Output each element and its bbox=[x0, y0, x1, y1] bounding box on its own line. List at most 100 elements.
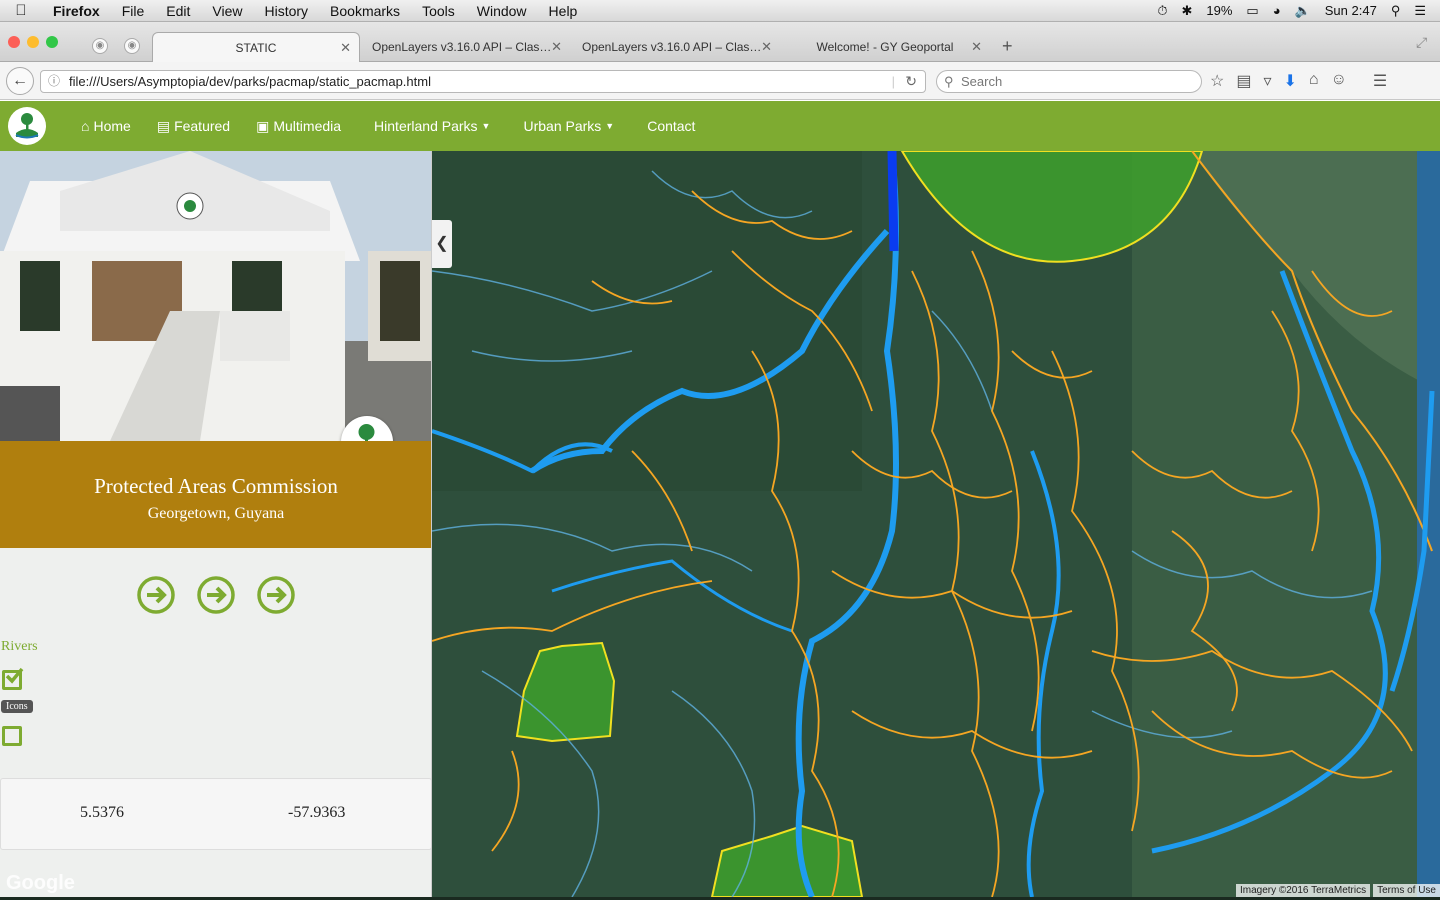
macos-menubar:  Firefox File Edit View History Bookmar… bbox=[0, 0, 1440, 22]
menu-view[interactable]: View bbox=[201, 3, 253, 19]
app-menu[interactable]: Firefox bbox=[42, 3, 111, 19]
menu-history[interactable]: History bbox=[253, 3, 319, 19]
close-window-button[interactable] bbox=[8, 36, 20, 48]
organization-header: Protected Areas Commission Georgetown, G… bbox=[0, 441, 431, 548]
close-tab-icon[interactable]: ✕ bbox=[971, 39, 982, 55]
tab-gy-geoportal[interactable]: Welcome! - GY Geoportal ✕ bbox=[780, 32, 990, 62]
zoom-window-button[interactable] bbox=[46, 36, 58, 48]
arrow-right-button-3[interactable] bbox=[256, 575, 296, 615]
tab-label: Welcome! - GY Geoportal bbox=[816, 40, 954, 54]
spotlight-icon[interactable]: ⚲ bbox=[1391, 3, 1401, 19]
rivers-checkbox[interactable] bbox=[2, 667, 24, 690]
navigation-toolbar: ← ⓘ file:///Users/Asymptopia/dev/parks/p… bbox=[0, 62, 1440, 100]
battery-percent[interactable]: 19% bbox=[1206, 3, 1232, 18]
nav-home-label: Home bbox=[93, 118, 131, 134]
close-tab-icon[interactable]: ✕ bbox=[761, 39, 772, 55]
map-canvas[interactable]: ❮ Imagery ©2016 TerraMetrics Terms of Us… bbox=[432, 151, 1440, 897]
arrow-circle-right-icon bbox=[137, 576, 175, 614]
minimize-window-button[interactable] bbox=[27, 36, 39, 48]
clock[interactable]: Sun 2:47 bbox=[1325, 3, 1377, 18]
longitude-value: -57.9363 bbox=[288, 804, 346, 821]
reload-icon[interactable]: ↻ bbox=[905, 71, 917, 92]
volume-icon[interactable]: 🔈 bbox=[1295, 3, 1311, 19]
rivers-layer-label: Rivers bbox=[1, 639, 38, 654]
nav-multimedia[interactable]: ▣ Multimedia bbox=[243, 118, 354, 135]
checkmark-icon bbox=[5, 667, 24, 684]
tab-openlayers-2[interactable]: OpenLayers v3.16.0 API – Clas… ✕ bbox=[570, 32, 780, 62]
tab-label: OpenLayers v3.16.0 API – Clas… bbox=[582, 40, 762, 54]
nav-featured-label: Featured bbox=[174, 118, 231, 134]
back-icon[interactable]: ← bbox=[6, 67, 34, 95]
arrow-right-button-2[interactable] bbox=[196, 575, 236, 615]
info-sidebar: Protected Areas Commission Georgetown, G… bbox=[0, 151, 432, 900]
fullscreen-icon[interactable]: ⤢ bbox=[1416, 34, 1427, 51]
wifi-icon[interactable]: ◕ bbox=[1273, 3, 1281, 18]
notification-center-icon[interactable]: ☰ bbox=[1414, 3, 1426, 19]
hello-icon[interactable]: ☺ bbox=[1331, 71, 1347, 91]
site-navbar: ⌂ Home ▤ Featured ▣ Multimedia Hinterland P… bbox=[0, 101, 1440, 151]
battery-icon[interactable]: ▭ bbox=[1246, 3, 1258, 19]
close-tab-icon[interactable]: ✕ bbox=[551, 39, 562, 55]
divider: | bbox=[891, 74, 895, 89]
menu-bookmarks[interactable]: Bookmarks bbox=[319, 3, 411, 19]
imagery-credit: Imagery ©2016 TerraMetrics bbox=[1235, 884, 1371, 897]
map-layers bbox=[432, 151, 1440, 897]
menu-help[interactable]: Help bbox=[538, 3, 589, 19]
window-controls bbox=[8, 36, 58, 48]
menu-edit[interactable]: Edit bbox=[155, 3, 201, 19]
tab-label: OpenLayers v3.16.0 API – Clas… bbox=[372, 40, 552, 54]
film-icon: ▤ bbox=[156, 117, 171, 134]
chevron-left-icon: ❮ bbox=[435, 235, 449, 252]
latitude-value: 5.5376 bbox=[80, 804, 124, 821]
new-tab-icon[interactable]: + bbox=[1002, 36, 1013, 57]
nav-hinterland-parks[interactable]: Hinterland Parks ▼ bbox=[354, 118, 503, 134]
apple-icon[interactable]:  bbox=[0, 2, 42, 19]
arrow-circle-right-icon bbox=[197, 576, 235, 614]
caret-down-icon: ▼ bbox=[605, 121, 615, 131]
nav-contact[interactable]: Contact bbox=[627, 118, 708, 134]
info-icon[interactable]: ⓘ bbox=[48, 71, 60, 92]
hamburger-menu-icon[interactable]: ☰ bbox=[1373, 71, 1387, 91]
google-watermark: Google bbox=[6, 872, 75, 894]
search-placeholder: Search bbox=[961, 74, 1003, 89]
nav-urban-parks[interactable]: Urban Parks ▼ bbox=[503, 118, 627, 134]
downloads-icon[interactable]: ⬇ bbox=[1284, 71, 1297, 91]
nav-urban-label: Urban Parks bbox=[523, 118, 602, 134]
url-text: file:///Users/Asymptopia/dev/parks/pacma… bbox=[69, 74, 431, 89]
tab-openlayers-1[interactable]: OpenLayers v3.16.0 API – Clas… ✕ bbox=[360, 32, 570, 62]
image-icon: ▣ bbox=[256, 117, 270, 134]
site-logo[interactable] bbox=[8, 107, 46, 145]
nav-home[interactable]: ⌂ Home bbox=[68, 118, 144, 134]
nav-contact-label: Contact bbox=[647, 118, 696, 134]
menu-file[interactable]: File bbox=[111, 3, 156, 19]
icons-tooltip: Icons bbox=[1, 700, 33, 713]
bookmark-star-icon[interactable]: ☆ bbox=[1210, 71, 1224, 91]
bluetooth-icon[interactable]: ✱ bbox=[1181, 3, 1192, 19]
nav-hinterland-label: Hinterland Parks bbox=[374, 118, 478, 134]
pinned-tab-icon-2[interactable]: ◉ bbox=[124, 38, 140, 54]
pocket-icon[interactable]: ▿ bbox=[1263, 71, 1271, 91]
organization-location: Georgetown, Guyana bbox=[147, 505, 285, 522]
organization-title: Protected Areas Commission bbox=[94, 474, 338, 498]
menu-window[interactable]: Window bbox=[466, 3, 538, 19]
time-machine-icon[interactable]: ⏱ bbox=[1157, 3, 1167, 19]
nav-multimedia-label: Multimedia bbox=[273, 118, 342, 134]
collapse-sidebar-button[interactable]: ❮ bbox=[432, 220, 452, 268]
caret-down-icon: ▼ bbox=[481, 121, 491, 131]
home-icon[interactable]: ⌂ bbox=[1309, 71, 1319, 91]
pinned-tab-icon[interactable]: ◉ bbox=[92, 38, 108, 54]
search-icon: ⚲ bbox=[944, 74, 954, 89]
url-bar[interactable]: ⓘ file:///Users/Asymptopia/dev/parks/pac… bbox=[40, 70, 926, 93]
park-logo-icon bbox=[15, 113, 39, 139]
office-photo bbox=[0, 151, 431, 441]
close-tab-icon[interactable]: ✕ bbox=[340, 40, 351, 56]
menu-tools[interactable]: Tools bbox=[411, 3, 466, 19]
reading-list-icon[interactable]: ▤ bbox=[1236, 71, 1251, 91]
terms-of-use-link[interactable]: Terms of Use bbox=[1373, 884, 1440, 897]
tab-static[interactable]: STATIC ✕ bbox=[152, 32, 360, 62]
nav-featured[interactable]: ▤ Featured bbox=[144, 118, 243, 135]
search-input[interactable]: ⚲ Search bbox=[936, 70, 1202, 93]
toolbar-icons: ☆ ▤ ▿ ⬇ ⌂ ☺ ☰ bbox=[1210, 71, 1387, 91]
icons-checkbox[interactable] bbox=[2, 726, 22, 746]
arrow-right-button-1[interactable] bbox=[136, 575, 176, 615]
